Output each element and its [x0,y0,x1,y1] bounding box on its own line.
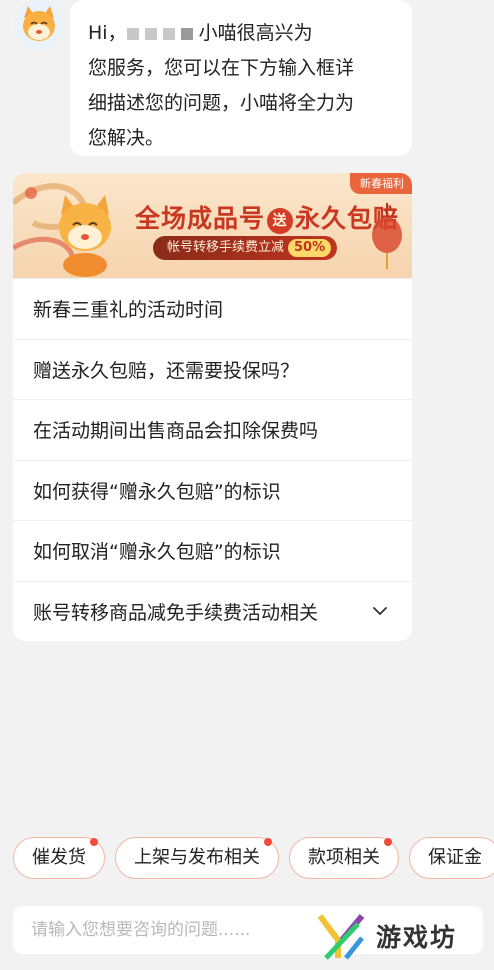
chip-label: 款项相关 [308,847,380,868]
chevron-down-icon[interactable] [372,603,388,619]
faq-item-label: 新春三重礼的活动时间 [33,299,224,322]
faq-card: 新春福利 全场成品号送永久包赔 帐号转移手续费立减 50% 新春三重礼的活动时间 … [13,173,412,641]
chip-payments[interactable]: 款项相关 [289,837,399,879]
banner-ribbon-text: 帐号转移手续费立减 [167,240,285,255]
faq-item-label: 赠送永久包赔，还需要投保吗？ [33,359,300,382]
chip-urge-shipping[interactable]: 催发货 [13,837,105,879]
banner-ribbon: 帐号转移手续费立减 50% [153,236,338,260]
chat-page: Hi， 小喵很高兴为 您服务，您可以在下方输入框详 细描述您的问题，小喵将全力为 … [0,0,494,970]
notification-dot [90,838,98,846]
banner-headline: 全场成品号送永久包赔 [135,199,399,235]
lantern-decoration-icon [372,203,402,269]
watermark: 游戏坊 [316,906,494,966]
cat-mascot-icon [14,0,64,50]
watermark-text: 游戏坊 [376,923,458,952]
notification-dot [384,838,392,846]
notification-dot [264,838,272,846]
greeting-line-3: 细描述您的问题，小喵将全力为 [88,92,355,114]
faq-item-5[interactable]: 如何取消“赠永久包赔”的标识 [13,520,412,581]
promo-banner[interactable]: 新春福利 全场成品号送永久包赔 帐号转移手续费立减 50% [13,173,412,278]
greeting-line-2: 您服务，您可以在下方输入框详 [88,57,355,79]
banner-headline-seal: 送 [267,207,294,234]
greeting-line1-rest: 小喵很高兴为 [198,22,313,44]
chip-label: 保证金 [428,847,482,868]
watermark-logo-icon [317,914,365,960]
faq-item-2[interactable]: 赠送永久包赔，还需要投保吗？ [13,338,412,400]
chip-label: 上架与发布相关 [134,847,260,868]
faq-item-label: 账号转移商品减免手续费活动相关 [33,601,319,624]
greeting-prefix: Hi， [88,22,127,44]
faq-item-label: 如何取消“赠永久包赔”的标识 [33,541,281,564]
faq-item-6[interactable]: 账号转移商品减免手续费活动相关 [13,580,412,642]
faq-item-3[interactable]: 在活动期间出售商品会扣除保费吗 [13,399,412,460]
banner-corner-tag: 新春福利 [350,173,412,194]
chip-deposit[interactable]: 保证金 [409,837,494,879]
faq-item-label: 在活动期间出售商品会扣除保费吗 [33,420,319,443]
faq-item-4[interactable]: 如何获得“赠永久包赔”的标识 [13,459,412,521]
message-input-placeholder: 请输入您想要咨询的问题...... [31,920,251,940]
greeting-line-4: 您解决。 [88,127,165,149]
chip-listing-publishing[interactable]: 上架与发布相关 [115,837,279,879]
assistant-avatar [14,0,64,50]
greeting-line-1: Hi， 小喵很高兴为 [88,16,394,51]
chip-label: 催发货 [32,847,86,868]
cat-mascot-banner-icon [59,195,111,277]
banner-ribbon-badge: 50% [288,239,332,257]
banner-headline-left: 全场成品号 [135,204,266,233]
greeting-bubble: Hi， 小喵很高兴为 您服务，您可以在下方输入框详 细描述您的问题，小喵将全力为 … [70,0,412,156]
faq-item-1[interactable]: 新春三重礼的活动时间 [13,278,412,339]
faq-item-label: 如何获得“赠永久包赔”的标识 [33,480,281,503]
quick-reply-chips: 催发货 上架与发布相关 款项相关 保证金 [13,837,494,879]
masked-username [126,16,199,51]
